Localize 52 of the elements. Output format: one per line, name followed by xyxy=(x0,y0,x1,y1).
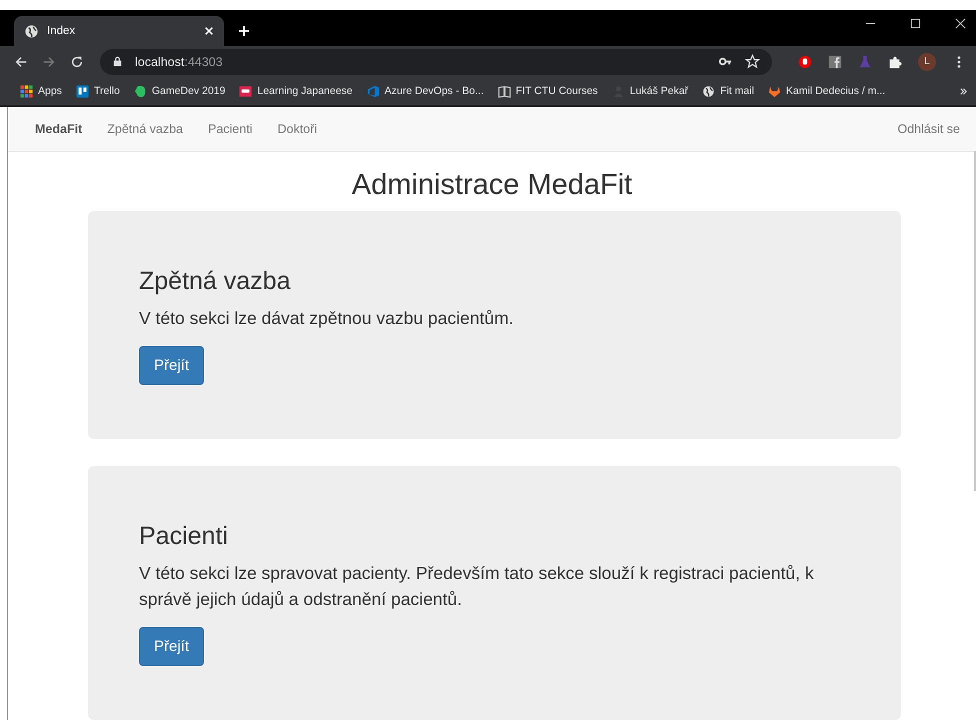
bookmark[interactable]: GameDev 2019 xyxy=(134,84,226,98)
azure-devops-icon xyxy=(366,84,380,98)
logout-link[interactable]: Odhlásit se xyxy=(897,122,960,136)
bookmark-label: Kamil Dedecius / m... xyxy=(786,85,886,97)
section-description: V této sekci lze dávat zpětnou vazbu pacientům. xyxy=(139,307,515,330)
tab-title: Index xyxy=(47,25,76,37)
profile-avatar[interactable]: L xyxy=(918,52,936,70)
bookmark[interactable]: Lukáš Pekař xyxy=(612,84,688,98)
nav-link[interactable]: Zpětná vazba xyxy=(107,122,183,136)
section-description: V této sekci lze spravovat pacienty. Především tato sekce slouží k registraci pacientů, k správě jejich údajů a odstranění pacientů. xyxy=(139,562,815,611)
bookmark-label: GameDev 2019 xyxy=(152,85,226,97)
bookmark-label: Trello xyxy=(94,85,120,97)
globe-icon xyxy=(24,24,39,38)
puzzle-icon[interactable] xyxy=(888,54,902,68)
bookmark[interactable]: Azure DevOps - Bo... xyxy=(366,84,484,98)
back-arrow-icon[interactable] xyxy=(14,54,28,68)
new-tab-icon[interactable] xyxy=(238,25,250,37)
close-icon[interactable] xyxy=(955,18,966,29)
section-heading: Pacienti xyxy=(139,522,229,552)
forward-arrow-icon[interactable] xyxy=(42,54,56,68)
bookmark-label: Azure DevOps - Bo... xyxy=(384,85,484,97)
url-text: localhost:44303 xyxy=(135,54,223,68)
bookmark[interactable]: Apps xyxy=(20,84,62,98)
bookmark-label: FIT CTU Courses xyxy=(516,85,598,97)
bookmark-label: Fit mail xyxy=(720,85,754,97)
go-button[interactable]: Přejít xyxy=(139,627,204,666)
bookmark[interactable]: Learning Japaneese xyxy=(239,84,353,98)
bookmark-label: Apps xyxy=(38,85,62,97)
page-title: Administrace MedaFit xyxy=(350,169,634,202)
bookmark[interactable]: Kamil Dedecius / m... xyxy=(768,84,886,98)
section-heading: Zpětná vazba xyxy=(139,267,292,296)
reload-icon[interactable] xyxy=(70,54,84,68)
maximize-icon[interactable] xyxy=(910,18,921,29)
bookmark[interactable]: Fit mail xyxy=(702,84,754,98)
chevron-icon[interactable] xyxy=(959,86,968,96)
book-icon xyxy=(498,84,511,98)
board-icon xyxy=(76,84,89,98)
bookmark-label: Learning Japaneese xyxy=(257,85,353,97)
globe-icon xyxy=(702,84,716,98)
apps-grid-icon xyxy=(20,84,33,98)
fox-icon xyxy=(768,84,782,98)
address-bar[interactable]: localhost:44303 xyxy=(100,48,772,74)
browser-tab[interactable]: Index xyxy=(14,16,224,46)
brand-link[interactable]: MedaFit xyxy=(35,122,82,136)
nav-link[interactable]: Doktoři xyxy=(277,122,318,136)
lock-icon xyxy=(112,56,123,67)
star-icon[interactable] xyxy=(745,54,760,69)
bookmark[interactable]: FIT CTU Courses xyxy=(498,84,598,98)
bookmark-label: Lukáš Pekař xyxy=(630,85,688,97)
nav-link[interactable]: Pacienti xyxy=(208,122,252,136)
go-button[interactable]: Přejít xyxy=(139,346,204,386)
bookmark[interactable]: Trello xyxy=(76,84,120,98)
